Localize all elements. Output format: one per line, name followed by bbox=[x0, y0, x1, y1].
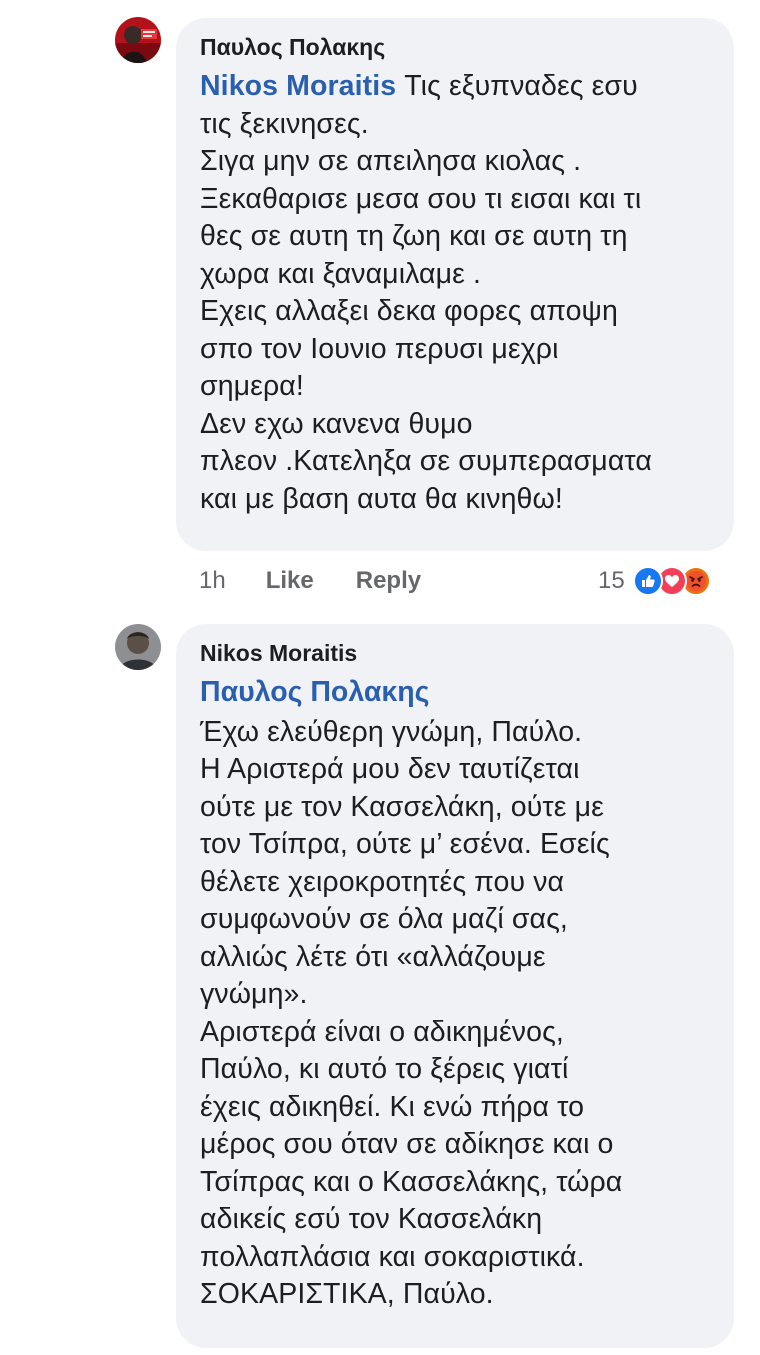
comment-author[interactable]: Nikos Moraitis bbox=[200, 638, 712, 668]
profile-photo-icon bbox=[115, 17, 161, 63]
comment-body: Έχω ελεύθερη γνώμη, Παύλο. Η Αριστερά μο… bbox=[200, 715, 623, 1311]
comment-time[interactable]: 1h bbox=[199, 567, 226, 595]
profile-photo-icon bbox=[115, 624, 161, 670]
comment-body: τις ξεκινησες. Σιγα μην σε απειλησα κιολ… bbox=[200, 107, 652, 515]
comment-bubble: Nikos Moraitis Παυλος Πολακης Έχω ελεύθε… bbox=[176, 624, 734, 1348]
comment-first-line: Τις εξυπναδες εσυ bbox=[396, 70, 638, 102]
reply-button[interactable]: Reply bbox=[356, 567, 421, 595]
like-reaction-icon bbox=[632, 566, 663, 596]
reaction-count: 15 bbox=[598, 567, 625, 594]
mention-link[interactable]: Nikos Moraitis bbox=[200, 70, 396, 102]
mention-link[interactable]: Παυλος Πολακης bbox=[200, 674, 712, 712]
avatar[interactable] bbox=[115, 17, 161, 63]
comment-actions: 1h Like Reply bbox=[199, 562, 421, 600]
reaction-summary[interactable]: 15 bbox=[598, 562, 711, 600]
avatar[interactable] bbox=[115, 624, 161, 670]
comment-text: Nikos Moraitis Τις εξυπναδες εσυ τις ξεκ… bbox=[200, 68, 712, 518]
comment-bubble: Παυλος Πολακης Nikos Moraitis Τις εξυπνα… bbox=[176, 18, 734, 551]
like-button[interactable]: Like bbox=[266, 567, 314, 595]
comment-author[interactable]: Παυλος Πολακης bbox=[200, 32, 712, 62]
